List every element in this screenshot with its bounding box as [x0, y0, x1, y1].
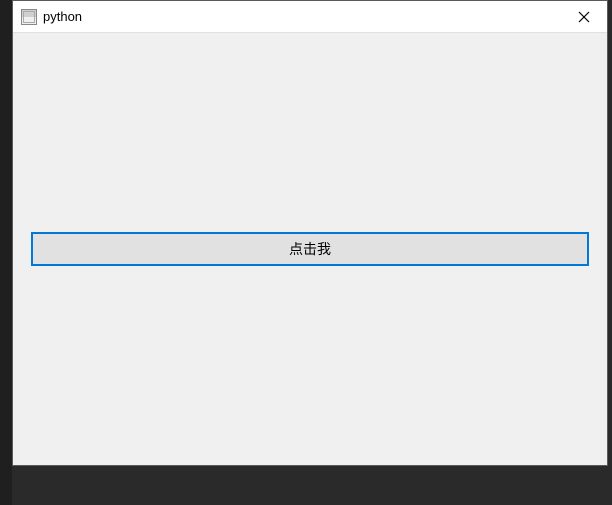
close-button[interactable]	[561, 1, 607, 33]
client-area: 点击我	[13, 33, 607, 465]
app-icon	[21, 9, 37, 25]
click-me-button[interactable]: 点击我	[31, 232, 589, 266]
application-window: python 点击我	[12, 0, 608, 466]
close-icon	[578, 11, 590, 23]
titlebar[interactable]: python	[13, 1, 607, 33]
background-strip	[0, 0, 12, 505]
window-title: python	[43, 9, 82, 24]
